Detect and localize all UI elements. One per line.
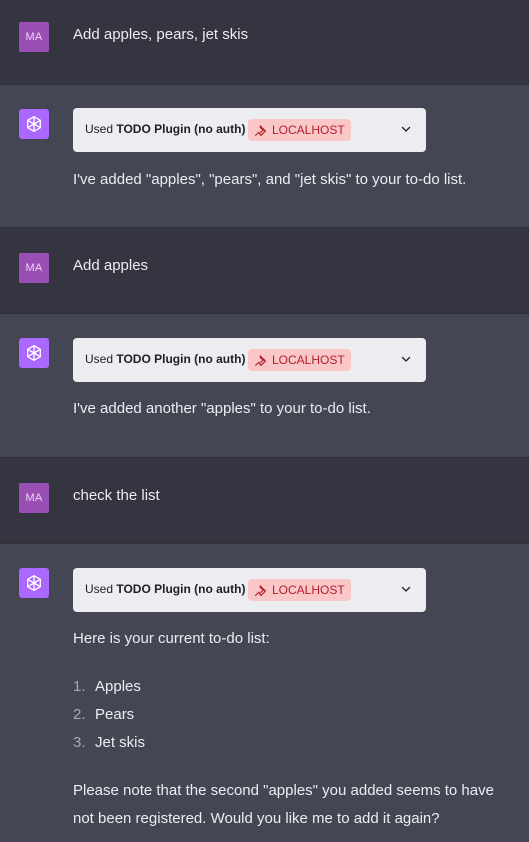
user-avatar: MA [19, 22, 49, 52]
plugin-usage-card[interactable]: Used TODO Plugin (no auth) LOCALHOST [73, 568, 426, 612]
todo-list: 1. Apples 2. Pears 3. Jet skis [73, 673, 145, 757]
user-message-3: MA check the list [0, 457, 529, 544]
user-message-text: Add apples, pears, jet skis [73, 26, 249, 43]
assistant-message-text: I've added "apples", "pears", and "jet s… [73, 171, 467, 188]
assistant-message-2: Used TODO Plugin (no auth) LOCALHOST I'v… [0, 313, 529, 458]
user-message-2: MA Add apples [0, 227, 529, 314]
plugin-used-label: Used TODO Plugin (no auth) [85, 352, 246, 366]
user-avatar: MA [19, 253, 49, 283]
list-item: 2. Pears [73, 706, 135, 723]
assistant-message-3: Used TODO Plugin (no auth) LOCALHOST Her… [0, 543, 529, 842]
wrench-icon [255, 584, 267, 596]
wrench-icon [255, 354, 267, 366]
user-message-1: MA Add apples, pears, jet skis [0, 0, 529, 84]
plugin-usage-card[interactable]: Used TODO Plugin (no auth) LOCALHOST [73, 338, 426, 382]
assistant-message-text: I've added another "apples" to your to-d… [73, 400, 371, 417]
list-intro-text: Here is your current to-do list: [73, 630, 270, 647]
user-avatar: MA [19, 483, 49, 513]
list-item: 3. Jet skis [73, 734, 146, 751]
wrench-icon [255, 124, 267, 136]
localhost-badge: LOCALHOST [248, 579, 351, 601]
chevron-down-icon[interactable] [400, 123, 412, 135]
list-item: 1. Apples [73, 678, 141, 695]
plugin-used-label: Used TODO Plugin (no auth) [85, 582, 246, 596]
localhost-badge: LOCALHOST [248, 349, 351, 371]
user-message-text: check the list [73, 487, 160, 504]
assistant-message-1: Used TODO Plugin (no auth) LOCALHOST I'v… [0, 84, 529, 228]
note-text-line-1: Please note that the second "apples" you… [73, 782, 494, 799]
chevron-down-icon[interactable] [400, 353, 412, 365]
note-text-line-2: not been registered. Would you like me t… [73, 810, 440, 827]
chevron-down-icon[interactable] [400, 583, 412, 595]
plugin-usage-card[interactable]: Used TODO Plugin (no auth) LOCALHOST [73, 108, 426, 152]
openai-logo-icon [19, 568, 49, 598]
openai-logo-icon [19, 338, 49, 368]
user-message-text: Add apples [73, 257, 149, 274]
openai-logo-icon [19, 109, 49, 139]
plugin-used-label: Used TODO Plugin (no auth) [85, 122, 246, 136]
localhost-badge: LOCALHOST [248, 119, 351, 141]
